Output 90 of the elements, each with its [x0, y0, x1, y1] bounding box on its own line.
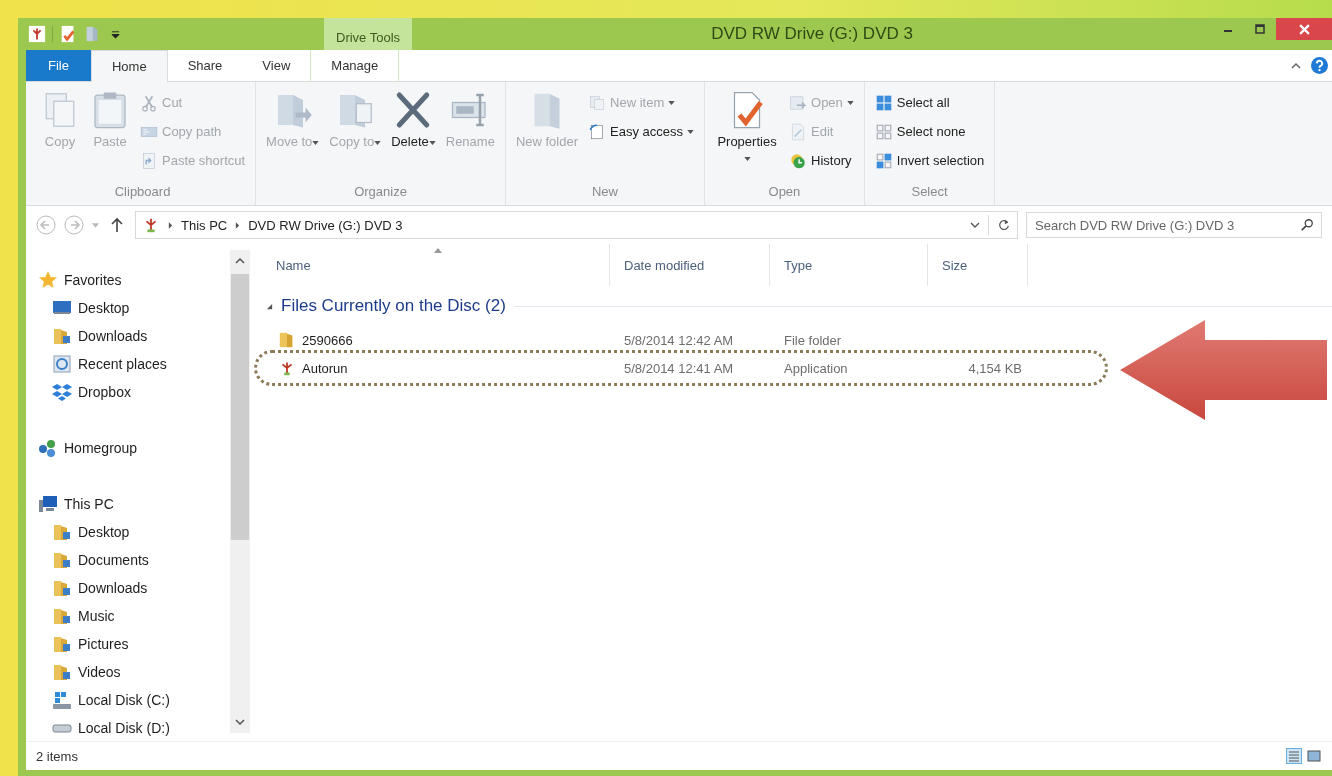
folder-icon — [52, 662, 72, 682]
type-cell-text: File folder — [783, 332, 843, 348]
ribbon-tab[interactable]: Home — [90, 50, 168, 82]
ribbon-group-label: Select — [910, 184, 949, 201]
ribbon-button[interactable]: Invert selection — [870, 146, 989, 175]
file-name[interactable]: 2590666 — [302, 332, 353, 348]
ribbon-button[interactable]: Properties — [711, 86, 783, 170]
large-icons-view-icon[interactable] — [1306, 748, 1322, 764]
navigation-item[interactable]: Documents — [38, 546, 230, 574]
navigation-item[interactable]: Pictures — [38, 630, 230, 658]
folder-icon — [52, 522, 72, 542]
search-icon — [1300, 218, 1314, 232]
type-cell-text: Application — [783, 360, 849, 376]
ribbon-button[interactable]: Select all — [870, 88, 989, 117]
recent-places-icon — [52, 354, 72, 374]
collapse-ribbon-icon[interactable] — [1291, 62, 1301, 69]
navigation-item[interactable]: Favorites — [38, 266, 230, 294]
folder-icon — [52, 634, 72, 654]
system-drive-icon — [52, 690, 72, 710]
edit-icon — [789, 122, 807, 141]
column-header[interactable]: Size — [928, 244, 1028, 286]
dropdown-caret-icon[interactable] — [970, 222, 980, 228]
ribbon-group-label: Clipboard — [113, 184, 172, 201]
ribbon-button[interactable]: History — [785, 146, 858, 175]
ribbon-button[interactable]: Delete — [387, 86, 440, 154]
up-arrow-icon[interactable] — [111, 217, 123, 233]
folder-icon — [52, 326, 72, 346]
window-title: DVD RW Drive (G:) DVD 3 — [711, 24, 913, 44]
ribbon-button[interactable]: Easy access — [584, 117, 698, 146]
item-count: 2 items — [36, 748, 78, 764]
column-header[interactable]: Type — [770, 244, 928, 286]
computer-icon — [38, 494, 58, 514]
ribbon-group-label: Open — [767, 184, 802, 201]
shortcut-icon — [140, 151, 158, 170]
ribbon-button[interactable]: Select none — [870, 117, 989, 146]
navigation-item[interactable]: This PC — [38, 490, 230, 518]
chevron-icon — [168, 221, 173, 229]
expand-triangle-icon[interactable] — [266, 302, 273, 310]
navigation-item[interactable]: Local Disk (D:) — [38, 714, 230, 742]
date-modified-cell-text: 5/8/2014 12:42 AM — [623, 332, 735, 348]
column-header[interactable]: Date modified — [610, 244, 770, 286]
navigation-item[interactable]: Dropbox — [38, 378, 230, 406]
maximize-icon — [1255, 24, 1265, 34]
new-item-icon — [588, 93, 607, 112]
date-modified-cell-text: 5/8/2014 12:41 AM — [623, 360, 735, 376]
refresh-icon[interactable] — [997, 218, 1011, 232]
search-field[interactable]: Search DVD RW Drive (G:) DVD 3 — [1026, 212, 1322, 238]
folder-icon — [52, 578, 72, 598]
scroll-up-icon[interactable] — [235, 258, 245, 264]
history-icon — [789, 151, 807, 170]
ribbon-group-label: Organize — [353, 184, 408, 201]
navigation-item[interactable]: Desktop — [38, 294, 230, 322]
breadcrumb[interactable]: This PC — [181, 217, 228, 233]
homegroup-icon — [38, 438, 58, 458]
ribbon-tab[interactable]: Manage — [310, 50, 400, 82]
chevron-icon — [235, 221, 241, 229]
properties-icon[interactable] — [59, 25, 77, 43]
sort-caret-icon — [434, 248, 442, 253]
grid-mix-icon — [874, 151, 893, 170]
folder-icon — [52, 606, 72, 626]
navigation-item[interactable]: Music — [38, 602, 230, 630]
customize-caret-icon[interactable] — [111, 29, 120, 39]
grid-empty-icon — [874, 122, 893, 141]
navigation-item[interactable]: Local Disk (C:) — [38, 686, 230, 714]
navigation-item[interactable]: Recent places — [38, 350, 230, 378]
star-icon — [38, 270, 58, 290]
navigation-item[interactable]: Homegroup — [38, 434, 230, 462]
navigation-item[interactable]: Downloads — [38, 322, 230, 350]
ribbon-tab[interactable]: File — [26, 50, 91, 82]
scroll-down-icon[interactable] — [235, 719, 245, 725]
navigation-item[interactable]: Videos — [38, 658, 230, 686]
close-button[interactable] — [1276, 18, 1332, 40]
size-cell-text: 4,154 KB — [967, 360, 1023, 376]
group-header[interactable]: Files Currently on the Disc (2) — [281, 296, 506, 316]
close-icon — [1298, 23, 1310, 35]
scissors-icon — [140, 93, 158, 112]
context-tab-header: Drive Tools — [324, 18, 413, 50]
navigation-item[interactable]: Desktop — [38, 518, 230, 546]
scrollbar[interactable] — [230, 250, 250, 733]
dropbox-icon — [52, 382, 72, 402]
breadcrumb[interactable]: DVD RW Drive (G:) DVD 3 — [248, 217, 403, 233]
folder-icon — [52, 550, 72, 570]
help-icon[interactable] — [1311, 57, 1328, 74]
grid-full-icon — [874, 93, 893, 112]
ribbon-group-label: New — [590, 184, 619, 201]
file-name[interactable]: Autorun — [302, 360, 348, 376]
open-icon — [789, 93, 807, 112]
navigation-item[interactable]: Downloads — [38, 574, 230, 602]
drive-icon — [52, 723, 72, 733]
address-bar[interactable]: This PC DVD RW Drive (G:) DVD 3 — [135, 211, 1018, 239]
